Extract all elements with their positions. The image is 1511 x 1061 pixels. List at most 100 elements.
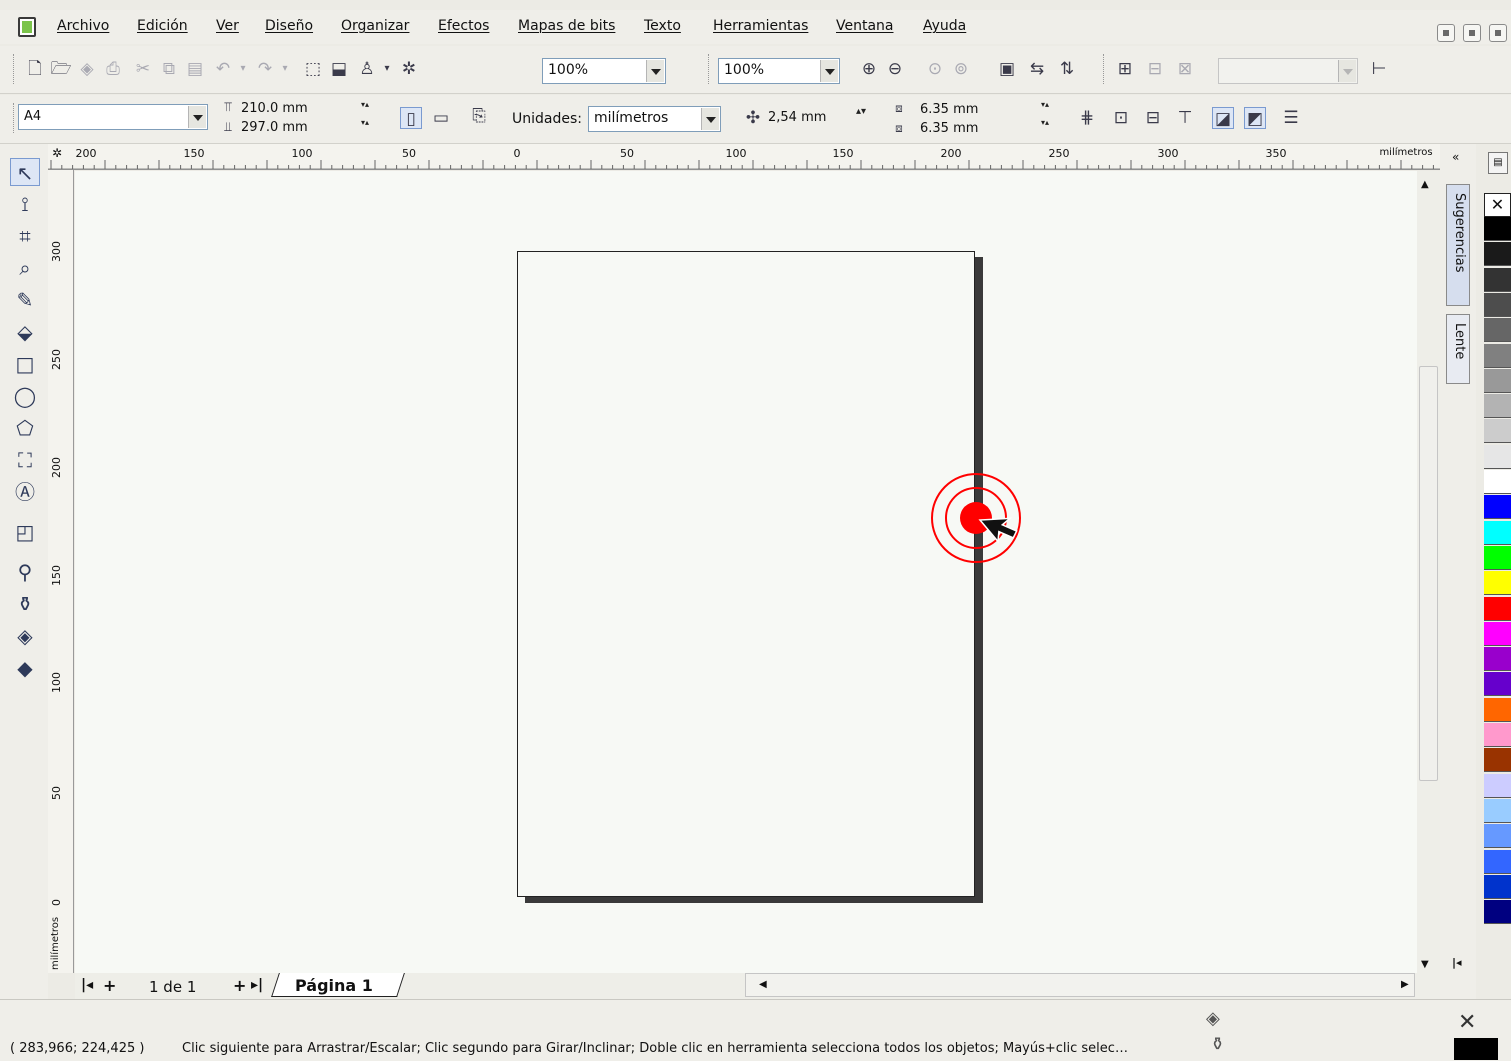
close-document-button[interactable]: [1489, 24, 1507, 42]
pin-icon[interactable]: ⊢: [1368, 58, 1390, 80]
copy-icon[interactable]: ⧉: [158, 58, 180, 80]
last-page-icon[interactable]: ▸|: [251, 977, 263, 993]
zoom-selected-icon[interactable]: ⊙: [924, 58, 946, 80]
menu-archivo[interactable]: Archivo: [57, 18, 109, 34]
scroll-right-icon[interactable]: ▶: [1401, 979, 1409, 990]
smart-fill-tool-icon[interactable]: ⬙: [10, 318, 40, 346]
scroll-left-icon[interactable]: ◀: [759, 979, 767, 990]
menu-diseno[interactable]: Diseño: [265, 18, 313, 34]
palette-swatch[interactable]: [1484, 242, 1511, 267]
chevron-down-icon[interactable]: [646, 60, 664, 82]
palette-swatch[interactable]: [1484, 723, 1511, 747]
palette-swatch[interactable]: [1484, 470, 1511, 494]
ellipse-tool-icon[interactable]: ◯: [10, 382, 40, 410]
collapse-docker-icon[interactable]: |◂: [1452, 956, 1462, 969]
new-icon[interactable]: 🗋: [24, 58, 46, 80]
undo-dropdown-icon[interactable]: ▾: [232, 58, 254, 80]
zoom-height-icon[interactable]: ⇅: [1056, 58, 1078, 80]
palette-swatch[interactable]: [1484, 368, 1511, 393]
vertical-scrollbar[interactable]: ▲ ▼: [1417, 171, 1440, 973]
zoom-level-combo-left[interactable]: 100%: [542, 58, 666, 84]
horizontal-ruler[interactable]: ✲ 200 150 100 50 0 50 100 150 200 250 30…: [48, 144, 1440, 170]
outline-color-swatch[interactable]: [1454, 1038, 1498, 1060]
undo-icon[interactable]: ↶: [212, 58, 234, 80]
launcher-dropdown-icon[interactable]: ▾: [376, 58, 398, 80]
palette-swatch[interactable]: [1484, 824, 1511, 849]
menu-ayuda[interactable]: Ayuda: [923, 18, 966, 34]
palette-swatch[interactable]: [1484, 621, 1511, 646]
zoom-all-objects-icon[interactable]: ⊚: [950, 58, 972, 80]
add-page-after-icon[interactable]: +: [233, 976, 246, 995]
shape-tool-icon[interactable]: ⟟: [10, 190, 40, 218]
menu-organizar[interactable]: Organizar: [341, 18, 409, 34]
toolbar-grip[interactable]: [1103, 54, 1106, 84]
pick-tool-icon[interactable]: ↖: [10, 158, 40, 186]
application-launcher-icon[interactable]: ♙: [356, 58, 378, 80]
print-icon[interactable]: ⎙: [102, 58, 124, 80]
palette-swatch[interactable]: [1484, 748, 1511, 773]
document-icon[interactable]: [18, 17, 36, 37]
palette-swatch[interactable]: [1484, 444, 1511, 469]
paper-size-combo[interactable]: A4: [18, 104, 208, 130]
zoom-tool-icon[interactable]: ⌕: [10, 254, 40, 282]
menu-ver[interactable]: Ver: [216, 18, 239, 34]
height-spinner[interactable]: ▾▴: [356, 118, 374, 140]
menu-texto[interactable]: Texto: [644, 18, 681, 34]
landscape-icon[interactable]: ▭: [430, 107, 452, 129]
open-icon[interactable]: 🗁: [50, 58, 72, 80]
menu-herramientas[interactable]: Herramientas: [713, 18, 808, 34]
palette-swatch[interactable]: [1484, 900, 1511, 925]
page-width-field[interactable]: 210.0 mm: [241, 101, 308, 116]
palette-swatch[interactable]: [1484, 697, 1511, 722]
palette-options-icon[interactable]: ▤: [1488, 152, 1508, 174]
palette-swatch[interactable]: [1484, 318, 1511, 343]
chevron-down-icon[interactable]: [1338, 60, 1356, 82]
palette-swatch[interactable]: [1484, 798, 1511, 823]
toolbar-grip[interactable]: [13, 103, 16, 133]
portrait-icon[interactable]: ▯: [400, 107, 422, 129]
zoom-page-icon[interactable]: ▣: [996, 58, 1018, 80]
palette-swatch[interactable]: [1484, 343, 1511, 368]
nudge-distance-field[interactable]: 2,54 mm: [768, 110, 826, 125]
fill-tool-icon[interactable]: ◈: [10, 622, 40, 650]
edit-across-layers-icon[interactable]: ◩: [1244, 107, 1266, 129]
basic-shapes-tool-icon[interactable]: ⛶: [10, 446, 40, 474]
chevron-down-icon[interactable]: [701, 108, 719, 130]
add-page-before-icon[interactable]: +: [103, 976, 116, 995]
fill-bucket-icon[interactable]: ◈: [1206, 1008, 1220, 1029]
minimize-button[interactable]: [1437, 24, 1455, 42]
chevron-down-icon[interactable]: [820, 60, 838, 82]
docker-tab-lente[interactable]: Lente: [1446, 314, 1470, 384]
palette-swatch[interactable]: [1484, 267, 1511, 292]
menu-mapas-de-bits[interactable]: Mapas de bits: [518, 18, 615, 34]
options-icon[interactable]: ☰: [1280, 107, 1302, 129]
units-combo[interactable]: milímetros: [588, 106, 721, 132]
interactive-fill-tool-icon[interactable]: ◆: [10, 654, 40, 682]
snap-guidelines-icon[interactable]: ⊡: [1110, 107, 1132, 129]
palette-swatch[interactable]: [1484, 520, 1511, 545]
scroll-up-icon[interactable]: ▲: [1421, 179, 1429, 190]
eyedropper-tool-icon[interactable]: ⚲: [10, 558, 40, 586]
palette-swatch[interactable]: [1484, 672, 1511, 697]
outline-pen-icon[interactable]: ⚱: [1210, 1034, 1225, 1055]
paste-icon[interactable]: ▤: [184, 58, 206, 80]
text-edit-icon[interactable]: ⊠: [1174, 58, 1196, 80]
text-format-icon[interactable]: ⊟: [1144, 58, 1166, 80]
first-page-icon[interactable]: |◂: [81, 977, 93, 993]
palette-swatch[interactable]: [1484, 545, 1511, 570]
duplicate-y-spinner[interactable]: ▾▴: [1036, 118, 1054, 140]
nudge-spinner[interactable]: ▴▾: [852, 107, 870, 129]
treat-as-filled-icon[interactable]: ◪: [1212, 107, 1234, 129]
redo-dropdown-icon[interactable]: ▾: [274, 58, 296, 80]
all-pages-icon[interactable]: ⎘: [468, 105, 490, 127]
rectangle-tool-icon[interactable]: □: [10, 350, 40, 378]
palette-swatch[interactable]: [1484, 773, 1511, 798]
duplicate-y-field[interactable]: 6.35 mm: [920, 121, 978, 136]
zoom-level-combo-right[interactable]: 100%: [718, 58, 840, 84]
outline-tool-icon[interactable]: ⚱: [10, 590, 40, 618]
expand-dockers-icon[interactable]: «: [1452, 150, 1459, 164]
palette-swatch[interactable]: [1484, 419, 1511, 444]
toolbar-grip[interactable]: [708, 54, 711, 84]
crop-tool-icon[interactable]: ⌗: [10, 222, 40, 250]
chevron-down-icon[interactable]: [188, 106, 206, 128]
